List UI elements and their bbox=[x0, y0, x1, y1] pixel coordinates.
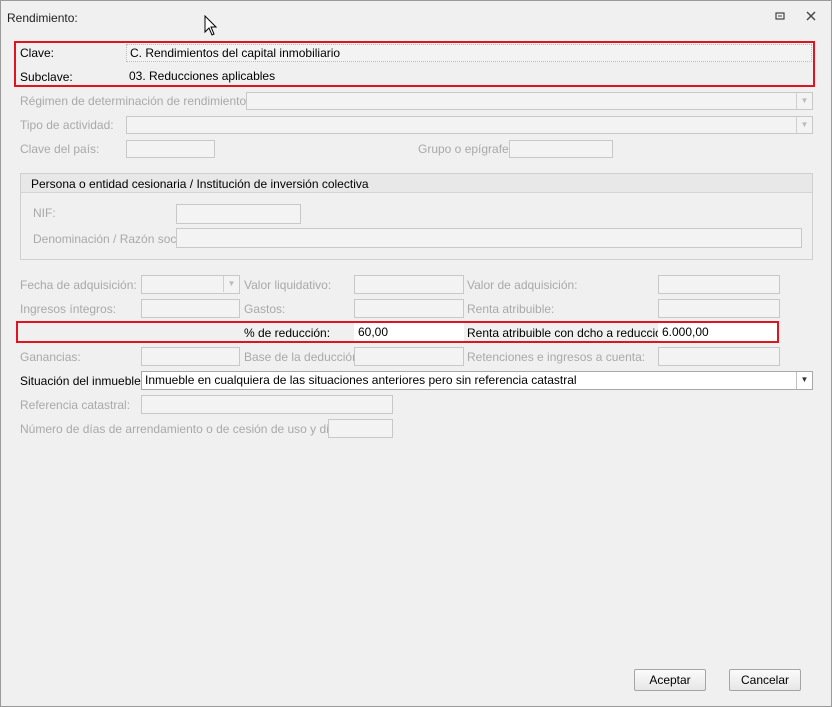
retenciones-label: Retenciones e ingresos a cuenta: bbox=[467, 350, 646, 364]
clave-pais-label: Clave del país: bbox=[20, 142, 100, 156]
ingresos-integros-field[interactable] bbox=[141, 299, 240, 318]
tipo-actividad-select[interactable]: ▼ bbox=[126, 116, 813, 134]
valor-liquidativo-field[interactable] bbox=[354, 275, 464, 294]
renta-reduccion-field[interactable]: 6.000,00 bbox=[658, 323, 777, 341]
entidad-group-title: Persona o entidad cesionaria / Instituci… bbox=[31, 177, 369, 191]
referencia-catastral-label: Referencia catastral: bbox=[20, 398, 131, 412]
ingresos-integros-label: Ingresos íntegros: bbox=[20, 302, 117, 316]
restore-icon[interactable] bbox=[773, 10, 787, 24]
clave-pais-field[interactable] bbox=[126, 140, 215, 158]
clave-label: Clave: bbox=[20, 46, 55, 60]
accept-button[interactable]: Aceptar bbox=[634, 669, 706, 691]
retenciones-field[interactable] bbox=[658, 347, 780, 366]
entidad-group-header: Persona o entidad cesionaria / Instituci… bbox=[21, 174, 812, 193]
renta-reduccion-label: Renta atribuible con dcho a reducción: bbox=[467, 326, 672, 340]
referencia-catastral-field[interactable] bbox=[141, 395, 393, 414]
chevron-down-icon[interactable]: ▼ bbox=[796, 93, 812, 109]
chevron-down-icon[interactable]: ▼ bbox=[796, 117, 812, 133]
regimen-label: Régimen de determinación de rendimientos… bbox=[20, 94, 256, 108]
fecha-adquisicion-select[interactable]: ▼ bbox=[141, 275, 240, 294]
dias-arrendamiento-field[interactable] bbox=[328, 419, 393, 438]
entidad-group: Persona o entidad cesionaria / Instituci… bbox=[20, 173, 813, 260]
renta-atribuible-field[interactable] bbox=[658, 299, 780, 318]
gastos-field[interactable] bbox=[354, 299, 464, 318]
situacion-select[interactable]: Inmueble en cualquiera de las situacione… bbox=[141, 371, 813, 390]
denominacion-field[interactable] bbox=[176, 228, 802, 248]
valor-adquisicion-field[interactable] bbox=[658, 275, 780, 294]
denominacion-label: Denominación / Razón social: bbox=[33, 232, 192, 246]
base-deduccion-label: Base de la deducción: bbox=[244, 350, 363, 364]
ganancias-field[interactable] bbox=[141, 347, 240, 366]
situacion-label: Situación del inmueble: bbox=[20, 374, 145, 388]
chevron-down-icon[interactable]: ▼ bbox=[796, 372, 812, 389]
subclave-label: Subclave: bbox=[20, 70, 73, 84]
reduccion-label: % de reducción: bbox=[244, 326, 331, 340]
nif-label: NIF: bbox=[33, 206, 56, 220]
valor-liquidativo-label: Valor liquidativo: bbox=[244, 278, 332, 292]
valor-adquisicion-label: Valor de adquisición: bbox=[467, 278, 578, 292]
close-icon[interactable] bbox=[804, 10, 818, 24]
tipo-actividad-label: Tipo de actividad: bbox=[20, 118, 114, 132]
renta-atribuible-label: Renta atribuible: bbox=[467, 302, 555, 316]
mouse-cursor-icon bbox=[204, 15, 218, 36]
grupo-epigrafe-label: Grupo o epígrafe: bbox=[418, 142, 513, 156]
nif-field[interactable] bbox=[176, 204, 301, 224]
subclave-field[interactable]: 03. Reducciones aplicables bbox=[126, 68, 812, 86]
dialog-window: Rendimiento: Clave: C. Rendimientos del … bbox=[0, 0, 832, 707]
base-deduccion-field[interactable] bbox=[354, 347, 464, 366]
grupo-epigrafe-field[interactable] bbox=[509, 140, 613, 158]
clave-field[interactable]: C. Rendimientos del capital inmobiliario bbox=[126, 44, 812, 62]
situacion-value: Inmueble en cualquiera de las situacione… bbox=[145, 373, 577, 387]
chevron-down-icon[interactable]: ▼ bbox=[223, 276, 239, 292]
dias-arrendamiento-label: Número de días de arrendamiento o de ces… bbox=[20, 422, 359, 436]
reduccion-field[interactable]: 60,00 bbox=[354, 323, 464, 341]
gastos-label: Gastos: bbox=[244, 302, 286, 316]
title-bar: Rendimiento: bbox=[1, 1, 831, 33]
fecha-adquisicion-label: Fecha de adquisición: bbox=[20, 278, 137, 292]
window-title: Rendimiento: bbox=[7, 11, 78, 25]
regimen-select[interactable]: ▼ bbox=[246, 92, 813, 110]
ganancias-label: Ganancias: bbox=[20, 350, 81, 364]
cancel-button[interactable]: Cancelar bbox=[729, 669, 801, 691]
